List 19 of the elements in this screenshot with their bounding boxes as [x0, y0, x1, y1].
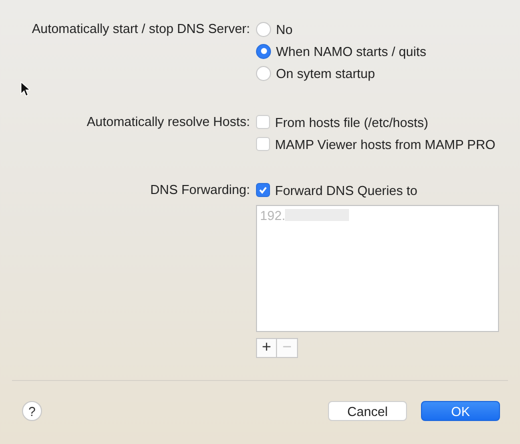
option-label: Forward DNS Queries to — [275, 182, 418, 198]
setting-label: Automatically resolve Hosts: — [86, 113, 250, 131]
option-label: From hosts file (/etc/hosts) — [275, 114, 428, 130]
option-label: On sytem startup — [276, 66, 375, 80]
setting-label: DNS Forwarding: — [149, 181, 250, 199]
help-button[interactable]: ? — [22, 401, 42, 421]
ok-button[interactable]: OK — [421, 401, 500, 421]
option-label: When NAMO starts / quits — [276, 44, 426, 58]
setting-label: Automatically start / stop DNS Server: — [30, 20, 250, 38]
checkmark-icon — [258, 185, 268, 195]
mouse-pointer-icon — [20, 81, 30, 97]
cancel-button[interactable]: Cancel — [328, 401, 407, 421]
checkbox[interactable] — [256, 183, 270, 197]
option-label: No — [276, 22, 293, 36]
radio-button[interactable] — [256, 22, 271, 36]
option-label: MAMP Viewer hosts from MAMP PRO — [275, 136, 496, 152]
radio-button[interactable] — [256, 44, 271, 58]
add-button[interactable]: + — [256, 338, 277, 358]
radio-button[interactable] — [256, 66, 271, 80]
